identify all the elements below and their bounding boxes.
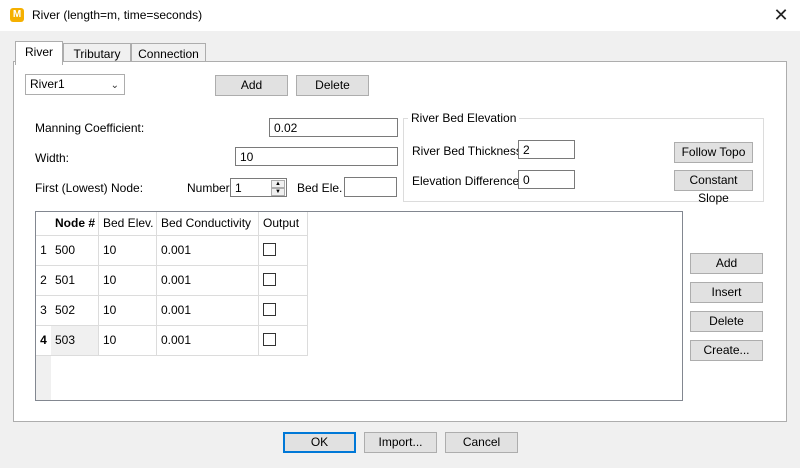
bed-ele-label: Bed Ele.	[297, 181, 343, 195]
row-header[interactable]: 1	[36, 236, 51, 266]
ok-button[interactable]: OK	[283, 432, 356, 453]
row-header-current[interactable]: 4	[36, 326, 51, 356]
table-cell-output	[259, 326, 308, 356]
import-button[interactable]: Import...	[364, 432, 437, 453]
table-cell-bed-conductivity[interactable]: 0.001	[157, 236, 259, 266]
row-header[interactable]: 2	[36, 266, 51, 296]
river-select-value: River1	[30, 77, 65, 91]
add-river-button[interactable]: Add	[215, 75, 288, 96]
window-title: River (length=m, time=seconds)	[32, 8, 203, 22]
row-header[interactable]: 3	[36, 296, 51, 326]
table-empty-area	[51, 356, 682, 400]
output-checkbox[interactable]	[263, 273, 276, 286]
table-cell-output	[259, 236, 308, 266]
table-cell-bed-elev[interactable]: 10	[99, 296, 157, 326]
chevron-down-icon: ⌄	[110, 80, 119, 91]
column-header-node[interactable]: Node #	[51, 212, 99, 236]
column-header-bed-conductivity[interactable]: Bed Conductivity	[157, 212, 259, 236]
column-header-output[interactable]: Output	[259, 212, 308, 236]
width-label: Width:	[35, 151, 70, 165]
table-empty-area-right	[308, 212, 682, 356]
number-stepper[interactable]: 1 ▲ ▼	[230, 178, 287, 197]
stepper-down-icon[interactable]: ▼	[271, 188, 285, 196]
table-cell-bed-elev[interactable]: 10	[99, 266, 157, 296]
elevation-difference-label: Elevation Difference:	[412, 174, 523, 188]
table-cell-bed-conductivity[interactable]: 0.001	[157, 326, 259, 356]
add-node-button[interactable]: Add	[690, 253, 763, 274]
bed-elevation-group-title: River Bed Elevation	[408, 111, 520, 125]
insert-node-button[interactable]: Insert	[690, 282, 763, 303]
follow-topo-button[interactable]: Follow Topo	[674, 142, 753, 163]
table-cell-node[interactable]: 502	[51, 296, 99, 326]
elevation-difference-input[interactable]: 0	[518, 170, 575, 189]
app-logo-icon: M	[10, 8, 24, 22]
table-cell-bed-conductivity[interactable]: 0.001	[157, 266, 259, 296]
output-checkbox[interactable]	[263, 303, 276, 316]
output-checkbox[interactable]	[263, 333, 276, 346]
delete-node-button[interactable]: Delete	[690, 311, 763, 332]
create-nodes-button[interactable]: Create...	[690, 340, 763, 361]
manning-label: Manning Coefficient:	[35, 121, 145, 135]
row-header-filler	[36, 356, 51, 400]
table-cell-bed-conductivity[interactable]: 0.001	[157, 296, 259, 326]
river-select[interactable]: River1 ⌄	[25, 74, 125, 95]
manning-input[interactable]: 0.02	[269, 118, 398, 137]
first-node-label: First (Lowest) Node:	[35, 181, 144, 195]
active-tab-joint	[16, 61, 62, 63]
width-input[interactable]: 10	[235, 147, 398, 166]
close-button[interactable]: ✕	[762, 0, 800, 31]
bed-thickness-input[interactable]: 2	[518, 140, 575, 159]
column-header-bed-elev[interactable]: Bed Elev.	[99, 212, 157, 236]
cancel-button[interactable]: Cancel	[445, 432, 518, 453]
constant-slope-button[interactable]: Constant Slope	[674, 170, 753, 205]
table-cell-output	[259, 266, 308, 296]
delete-river-button[interactable]: Delete	[296, 75, 369, 96]
table-cell-node[interactable]: 501	[51, 266, 99, 296]
table-cell-node-selected[interactable]: 503	[51, 326, 99, 356]
table-cell-bed-elev[interactable]: 10	[99, 326, 157, 356]
table-cell-output	[259, 296, 308, 326]
node-table: Node # Bed Elev. Bed Conductivity Output…	[35, 211, 683, 401]
table-cell-node[interactable]: 500	[51, 236, 99, 266]
table-corner	[36, 212, 51, 236]
title-bar: M River (length=m, time=seconds) ✕	[0, 0, 800, 31]
bed-thickness-label: River Bed Thickness:	[412, 144, 526, 158]
number-label: Number	[187, 181, 230, 195]
table-cell-bed-elev[interactable]: 10	[99, 236, 157, 266]
bed-ele-input[interactable]	[344, 177, 397, 197]
output-checkbox[interactable]	[263, 243, 276, 256]
number-value: 1	[235, 181, 242, 195]
stepper-up-icon[interactable]: ▲	[271, 180, 285, 188]
